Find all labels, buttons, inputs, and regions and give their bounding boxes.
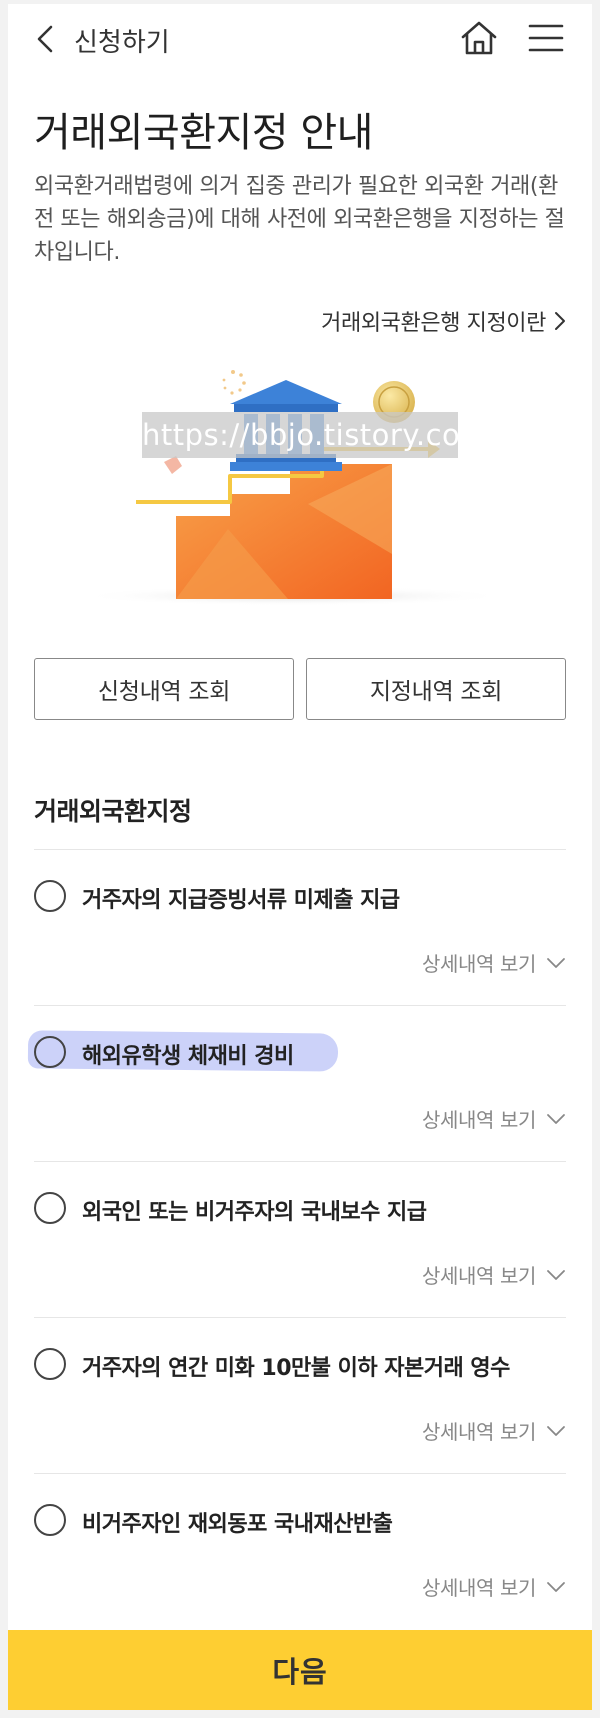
chevron-down-icon [547,1113,565,1124]
nav-title: 신청하기 [74,28,170,58]
home-icon[interactable] [460,20,498,56]
option-label: 해외유학생 체재비 경비 [82,1044,294,1069]
chevron-down-icon [547,1425,565,1436]
detail-label: 상세내역 보기 [422,952,536,976]
option-item[interactable]: 거주자의 지급증빙서류 미제출 지급 상세내역 보기 [34,849,566,1005]
detail-label: 상세내역 보기 [422,1264,536,1288]
option-item[interactable]: 비거주자인 재외동포 국내재산반출 상세내역 보기 [34,1473,566,1629]
chevron-left-icon[interactable] [34,24,56,54]
app-screen: 신청하기 거래외국환지정 안내 외국환거래법령에 의거 집중 관리가 필요한 외… [8,4,592,1710]
radio-button[interactable] [34,1348,66,1380]
detail-toggle[interactable]: 상세내역 보기 [422,1260,566,1289]
option-item[interactable]: 해외유학생 체재비 경비 상세내역 보기 [27,1005,566,1161]
info-link[interactable]: 거래외국환은행 지정이란 [321,305,566,337]
page-description: 외국환거래법령에 의거 집중 관리가 필요한 외국환 거래(환전 또는 해외송금… [34,174,565,265]
detail-label: 상세내역 보기 [422,1420,536,1444]
watermark-text: https://bbjo.tistory.com [142,412,489,458]
page-title: 거래외국환지정 안내 [34,110,373,156]
option-label: 비거주자인 재외동포 국내재산반출 [82,1512,393,1537]
detail-label: 상세내역 보기 [422,1108,536,1132]
detail-toggle[interactable]: 상세내역 보기 [422,948,566,977]
bank-stairs-illustration [78,370,508,606]
radio-button[interactable] [34,1504,66,1536]
top-nav: 신청하기 [8,4,592,74]
radio-button[interactable] [34,1192,66,1224]
hamburger-menu-icon[interactable] [528,22,564,54]
loading-dots-icon [222,370,246,395]
lookup-button-row: 신청내역 조회 지정내역 조회 [34,658,566,720]
option-label: 거주자의 연간 미화 10만불 이하 자본거래 영수 [82,1356,510,1381]
detail-label: 상세내역 보기 [422,1576,536,1600]
option-item[interactable]: 외국인 또는 비거주자의 국내보수 지급 상세내역 보기 [34,1161,566,1317]
radio-button[interactable] [34,880,66,912]
radio-button[interactable] [34,1036,66,1068]
chevron-down-icon [547,1581,565,1592]
chevron-down-icon [547,957,565,968]
option-label: 외국인 또는 비거주자의 국내보수 지급 [82,1200,427,1225]
info-link-label: 거래외국환은행 지정이란 [321,311,546,336]
gem-icon [164,456,182,474]
detail-toggle[interactable]: 상세내역 보기 [422,1416,566,1445]
designation-options-list: 거주자의 지급증빙서류 미제출 지급 상세내역 보기 해외유학생 체재비 경비 … [27,849,566,1629]
application-history-button[interactable]: 신청내역 조회 [34,658,294,720]
detail-toggle[interactable]: 상세내역 보기 [422,1104,566,1133]
next-button[interactable]: 다음 [8,1630,592,1710]
chevron-down-icon [547,1269,565,1280]
chevron-right-icon [555,312,565,330]
option-item[interactable]: 거주자의 연간 미화 10만불 이하 자본거래 영수 상세내역 보기 [34,1317,566,1473]
section-title: 거래외국환지정 [34,797,192,826]
option-label: 거주자의 지급증빙서류 미제출 지급 [82,888,400,913]
designation-history-button[interactable]: 지정내역 조회 [306,658,566,720]
detail-toggle[interactable]: 상세내역 보기 [422,1572,566,1601]
